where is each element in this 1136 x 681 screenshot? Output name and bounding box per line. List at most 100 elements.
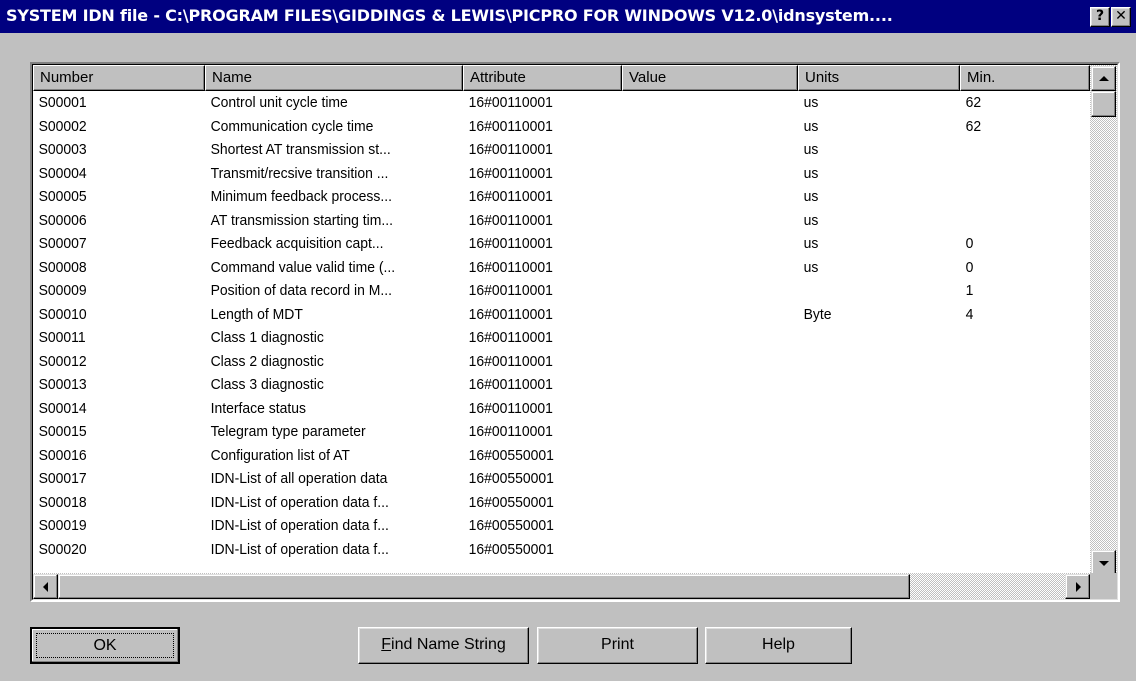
cell-min bbox=[960, 467, 1081, 491]
cell-units bbox=[798, 397, 949, 421]
print-button[interactable]: Print bbox=[537, 627, 698, 664]
cell-number: S00004 bbox=[38, 164, 87, 182]
cell-number: S00018 bbox=[38, 493, 87, 511]
cell-name: IDN-List of all operation data bbox=[210, 470, 388, 487]
scroll-up-button[interactable] bbox=[1091, 66, 1116, 91]
cell-attribute: 16#00110001 bbox=[468, 352, 553, 370]
horizontal-scrollbar[interactable] bbox=[33, 573, 1090, 599]
cell-attribute: 16#00550001 bbox=[468, 446, 554, 464]
list-row[interactable]: S00009 Position of data record in M... 16#… bbox=[33, 279, 1090, 303]
cell-number: S00017 bbox=[38, 470, 87, 487]
cell-number: S00010 bbox=[38, 305, 87, 323]
list-row[interactable]: S00014 Interface status 16#00110001 bbox=[33, 397, 1090, 421]
cell-value bbox=[622, 185, 786, 209]
vertical-scroll-thumb[interactable] bbox=[1091, 91, 1116, 117]
window-title: SYSTEM IDN file - C:\PROGRAM FILES\GIDDI… bbox=[6, 6, 893, 25]
arrow-left-icon bbox=[43, 582, 48, 592]
scroll-left-button[interactable] bbox=[33, 574, 58, 599]
cell-units: us bbox=[803, 235, 819, 252]
list-row[interactable]: S00002 Communication cycle time 16#0011000… bbox=[33, 115, 1090, 139]
cell-attribute: 16#00110001 bbox=[468, 376, 553, 393]
cell-number: S00002 bbox=[38, 117, 87, 135]
list-row[interactable]: S00003 Shortest AT transmission st... 16#0… bbox=[33, 138, 1090, 162]
list-row[interactable]: S00011 Class 1 diagnostic 16#00110001 bbox=[33, 326, 1090, 350]
cell-number: S00001 bbox=[38, 94, 87, 111]
list-row[interactable]: S00013 Class 3 diagnostic 16#00110001 bbox=[33, 373, 1090, 397]
cell-min bbox=[960, 420, 1081, 444]
cell-min: 4 bbox=[965, 305, 974, 323]
cell-min bbox=[960, 397, 1081, 421]
help-button[interactable]: Help bbox=[705, 627, 852, 664]
list-row[interactable]: S00020 IDN-List of operation data f... 16#… bbox=[33, 538, 1090, 562]
cell-value bbox=[622, 91, 786, 115]
cell-value bbox=[622, 538, 786, 562]
scroll-right-button[interactable] bbox=[1065, 574, 1090, 599]
list-row[interactable]: S00017 IDN-List of all operation data 16#0… bbox=[33, 467, 1090, 491]
cell-min bbox=[960, 162, 1081, 186]
cell-name: Interface status bbox=[210, 399, 306, 417]
cell-attribute: 16#00110001 bbox=[468, 188, 553, 205]
cell-value bbox=[622, 373, 786, 397]
cell-value bbox=[622, 138, 786, 162]
horizontal-scroll-thumb[interactable] bbox=[58, 574, 910, 599]
cell-name: Length of MDT bbox=[210, 305, 303, 323]
column-header-value[interactable]: Value bbox=[622, 65, 798, 91]
cell-name: Feedback acquisition capt... bbox=[210, 235, 384, 252]
find-button-mnemonic: F bbox=[381, 636, 392, 653]
column-header-min[interactable]: Min. bbox=[960, 65, 1090, 91]
column-header-name[interactable]: Name bbox=[205, 65, 463, 91]
cell-number: S00016 bbox=[38, 446, 87, 464]
column-header-units[interactable]: Units bbox=[798, 65, 960, 91]
close-button[interactable]: ✕ bbox=[1111, 7, 1131, 27]
list-row[interactable]: S00007 Feedback acquisition capt... 16#001… bbox=[33, 232, 1090, 256]
ok-button[interactable]: OK bbox=[30, 627, 180, 664]
cell-name: Class 3 diagnostic bbox=[210, 376, 324, 393]
cell-min: 1 bbox=[965, 282, 974, 299]
list-row[interactable]: S00012 Class 2 diagnostic 16#00110001 bbox=[33, 350, 1090, 374]
list-row[interactable]: S00005 Minimum feedback process... 16#0011… bbox=[33, 185, 1090, 209]
arrow-up-icon bbox=[1099, 76, 1109, 81]
list-row[interactable]: S00016 Configuration list of AT 16#0055000… bbox=[33, 444, 1090, 468]
cell-min bbox=[960, 138, 1081, 162]
cell-value bbox=[622, 256, 786, 280]
cell-units: us bbox=[803, 164, 819, 182]
list-row[interactable]: S00018 IDN-List of operation data f... 16#… bbox=[33, 491, 1090, 515]
list-row[interactable]: S00015 Telegram type parameter 16#00110001 bbox=[33, 420, 1090, 444]
cell-units: us bbox=[803, 117, 819, 135]
list-row[interactable]: S00001 Control unit cycle time 16#00110001… bbox=[33, 91, 1090, 115]
cell-min bbox=[960, 491, 1081, 515]
vertical-scrollbar[interactable] bbox=[1090, 65, 1117, 576]
cell-name: Transmit/recsive transition ... bbox=[210, 164, 389, 182]
cell-number: S00003 bbox=[38, 141, 87, 158]
list-row[interactable]: S00019 IDN-List of operation data f... 16#… bbox=[33, 514, 1090, 538]
cell-min: 0 bbox=[965, 235, 974, 252]
cell-min bbox=[960, 444, 1081, 468]
cell-units bbox=[798, 350, 949, 374]
cell-name: Class 1 diagnostic bbox=[210, 329, 324, 346]
find-name-string-button[interactable]: Find Name String bbox=[358, 627, 529, 664]
list-row[interactable]: S00010 Length of MDT 16#00110001 Byte 4 bbox=[33, 303, 1090, 327]
scroll-down-button[interactable] bbox=[1091, 550, 1116, 575]
find-button-label: ind Name String bbox=[391, 636, 506, 653]
cell-value bbox=[622, 326, 786, 350]
cell-attribute: 16#00110001 bbox=[468, 305, 553, 323]
idn-list-view[interactable]: Number Name Attribute Value Units Min. S… bbox=[30, 62, 1120, 602]
cell-number: S00014 bbox=[38, 399, 87, 417]
cell-min bbox=[960, 373, 1081, 397]
column-header-attribute[interactable]: Attribute bbox=[463, 65, 622, 91]
cell-min bbox=[960, 538, 1081, 562]
cell-units: us bbox=[803, 211, 819, 229]
cell-units bbox=[798, 420, 949, 444]
cell-attribute: 16#00550001 bbox=[468, 470, 554, 487]
list-row[interactable]: S00008 Command value valid time (... 16#00… bbox=[33, 256, 1090, 280]
cell-attribute: 16#00110001 bbox=[468, 282, 553, 299]
column-header-number[interactable]: Number bbox=[33, 65, 205, 91]
help-question-button[interactable]: ? bbox=[1090, 7, 1110, 27]
cell-units bbox=[798, 491, 949, 515]
list-row[interactable]: S00006 AT transmission starting tim... 16#… bbox=[33, 209, 1090, 233]
cell-number: S00007 bbox=[38, 235, 87, 252]
cell-units: us bbox=[803, 188, 819, 205]
list-row[interactable]: S00004 Transmit/recsive transition ... 16#… bbox=[33, 162, 1090, 186]
list-header: Number Name Attribute Value Units Min. bbox=[33, 65, 1090, 91]
cell-value bbox=[622, 232, 786, 256]
